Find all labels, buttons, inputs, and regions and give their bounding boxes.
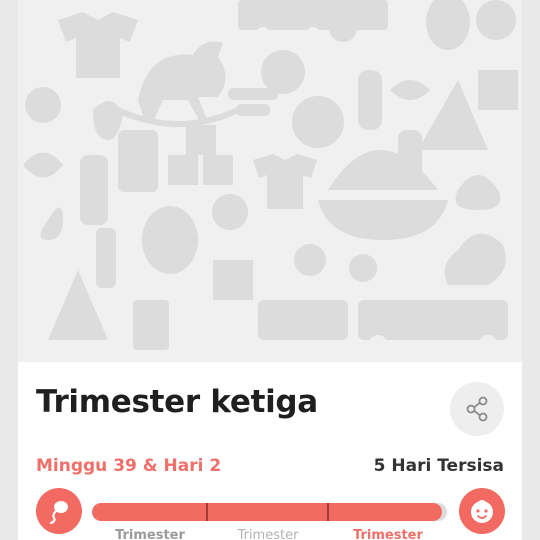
- bus-shape: [358, 300, 508, 340]
- stroller-shape: [318, 150, 448, 240]
- ring-stack-2: [236, 104, 270, 116]
- onesie-shape-2: [253, 154, 317, 209]
- trimester-divider-1: [206, 503, 208, 521]
- teddy-shape-1: [476, 0, 518, 111]
- baby-pattern-illustration: [18, 0, 522, 362]
- pacifier-shape: [398, 130, 422, 180]
- trimester-label-1: Trimester: [115, 528, 185, 540]
- trimester-title: Trimester ketiga: [36, 384, 318, 420]
- share-button[interactable]: [450, 382, 504, 436]
- rocker-shape: [116, 107, 240, 127]
- right-margin: [522, 0, 540, 540]
- ball-shape: [292, 96, 344, 148]
- teddy-shape-2: [212, 194, 253, 300]
- rocking-horse-shape: [138, 41, 226, 122]
- pattern-svg: [23, 0, 518, 353]
- wheel-3: [369, 335, 387, 353]
- heart-shape: [455, 175, 501, 210]
- block-shape-2: [203, 155, 233, 185]
- progress-fill: [92, 503, 442, 521]
- bow-shape: [390, 80, 430, 100]
- wheel-1: [256, 27, 270, 41]
- apple-shape: [25, 87, 61, 123]
- block-shape-3: [186, 125, 216, 155]
- baby-stage-button[interactable]: [459, 488, 505, 534]
- days-remaining-text: 5 Hari Tersisa: [373, 456, 504, 476]
- trimester-label-2: Trimester: [237, 528, 299, 540]
- block-shape-1: [168, 155, 198, 185]
- flower-shape-2: [294, 244, 326, 276]
- pattern-shapes: [23, 0, 518, 353]
- onesie-shape-1: [58, 12, 138, 78]
- fetus-stage-button[interactable]: [36, 488, 82, 534]
- drop-shape: [40, 207, 63, 240]
- jar-shape: [118, 130, 158, 192]
- left-margin: [0, 0, 18, 540]
- balloon-shape-2: [142, 206, 198, 274]
- ring-stack-1: [228, 88, 278, 100]
- sperm-icon: [49, 501, 68, 525]
- toy-ring-shape: [349, 254, 377, 282]
- pregnancy-progress-bar: [92, 503, 447, 521]
- share-icon: [466, 396, 488, 422]
- bottle-shape-1: [358, 70, 382, 130]
- sun-shape: [261, 50, 305, 94]
- bottle-shape-2: [80, 155, 108, 225]
- week-progress-text: Minggu 39 & Hari 2: [36, 456, 222, 476]
- baby-face-icon: [471, 500, 493, 523]
- balloon-shape-1: [426, 0, 470, 50]
- train-shape-2: [258, 300, 348, 340]
- trimester-info-panel: Trimester ketiga Minggu 39 & Hari 2 5 Ha…: [18, 362, 522, 540]
- leaf-shape: [23, 152, 63, 178]
- trimester-label-3: Trimester: [353, 528, 423, 540]
- wheel-2: [306, 27, 320, 41]
- trimester-divider-2: [327, 503, 329, 521]
- trimester-card: Trimester ketiga Minggu 39 & Hari 2 5 Ha…: [18, 0, 522, 540]
- bottle-shape-3: [96, 228, 116, 288]
- train-shape-1: [238, 0, 388, 30]
- bottle-shape-4: [133, 300, 169, 350]
- duck-shape: [444, 233, 506, 285]
- wheel-4: [479, 335, 497, 353]
